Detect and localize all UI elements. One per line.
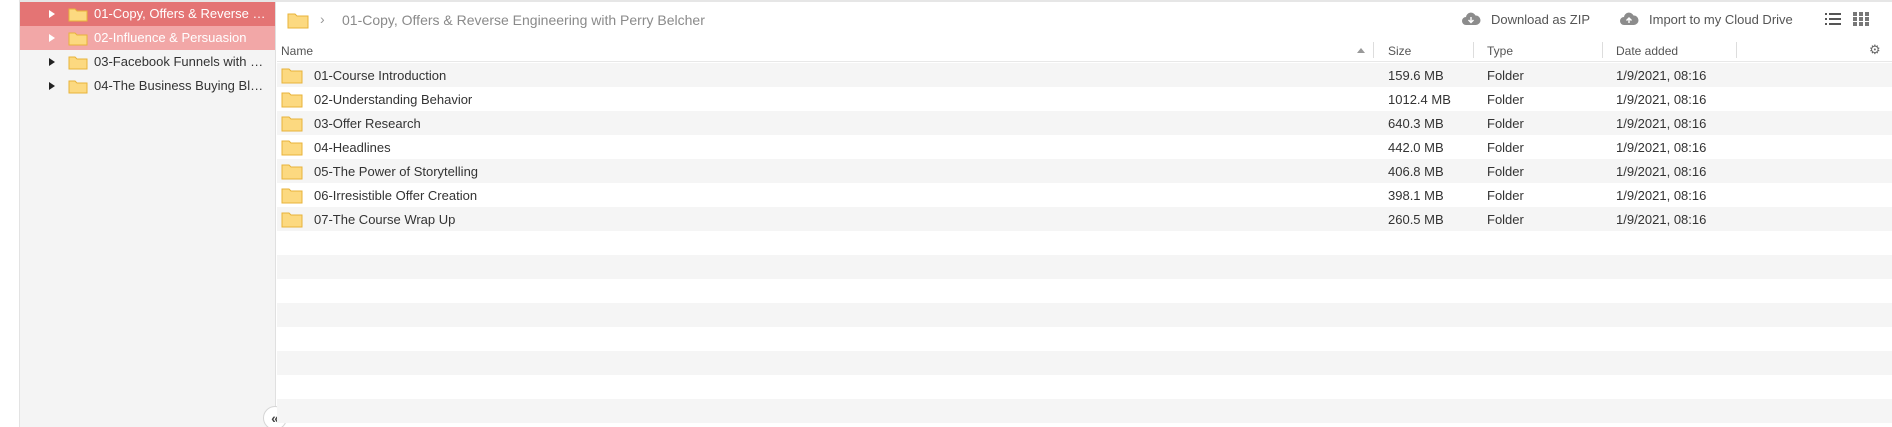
date-added: 1/9/2021, 08:16 (1616, 164, 1707, 179)
file-list: 01-Course Introduction 159.6 MB Folder 1/9/… (277, 63, 1892, 423)
column-header-size[interactable]: Size (1388, 44, 1411, 58)
tree-item-copy-offers[interactable]: 01-Copy, Offers & Reverse Engineering wi… (20, 2, 275, 26)
grid-view-icon[interactable] (1853, 12, 1869, 29)
gear-icon[interactable]: ⚙ (1869, 42, 1881, 58)
column-divider[interactable] (1736, 42, 1737, 58)
file-size: 406.8 MB (1388, 164, 1444, 179)
file-type: Folder (1487, 116, 1524, 131)
date-added: 1/9/2021, 08:16 (1616, 68, 1707, 83)
cloud-download-icon (1462, 12, 1481, 25)
file-type: Folder (1487, 92, 1524, 107)
sort-ascending-icon[interactable] (1357, 48, 1365, 53)
table-row (277, 279, 1892, 303)
tree-item-facebook-funnels[interactable]: 03-Facebook Funnels with Perry Belcher (20, 50, 275, 74)
date-added: 1/9/2021, 08:16 (1616, 212, 1707, 227)
table-row (277, 231, 1892, 255)
table-row[interactable]: 06-Irresistible Offer Creation 398.1 MB Fo… (277, 183, 1892, 207)
file-size: 260.5 MB (1388, 212, 1444, 227)
file-type: Folder (1487, 164, 1524, 179)
file-type: Folder (1487, 140, 1524, 155)
expand-arrow-icon[interactable] (49, 34, 55, 42)
root-folder-icon[interactable] (287, 11, 309, 32)
breadcrumb: › 01-Copy, Offers & Reverse Engineering … (277, 2, 1892, 38)
table-row[interactable]: 03-Offer Research 640.3 MB Folder 1/9/2021,… (277, 111, 1892, 135)
folder-icon (68, 78, 88, 97)
tree-item-label: 02-Influence & Persuasion (94, 31, 247, 45)
file-name: 07-The Course Wrap Up (314, 212, 456, 227)
file-type: Folder (1487, 212, 1524, 227)
folder-tree-sidebar: 01-Copy, Offers & Reverse Engineering wi… (20, 2, 276, 427)
date-added: 1/9/2021, 08:16 (1616, 92, 1707, 107)
file-name: 04-Headlines (314, 140, 391, 155)
file-name: 06-Irresistible Offer Creation (314, 188, 478, 203)
table-row (277, 399, 1892, 423)
file-name: 03-Offer Research (314, 116, 421, 131)
download-zip-button[interactable]: Download as ZIP (1461, 11, 1590, 27)
download-zip-label: Download as ZIP (1491, 11, 1590, 27)
file-type: Folder (1487, 188, 1524, 203)
import-cloud-drive-label: Import to my Cloud Drive (1649, 11, 1793, 27)
folder-icon (281, 138, 303, 159)
column-divider[interactable] (1373, 42, 1374, 58)
table-row[interactable]: 04-Headlines 442.0 MB Folder 1/9/2021, 08:1… (277, 135, 1892, 159)
expand-arrow-icon[interactable] (49, 58, 55, 66)
table-row (277, 303, 1892, 327)
table-row (277, 327, 1892, 351)
list-view-icon[interactable] (1825, 12, 1841, 29)
tree-item-business-buying[interactable]: 04-The Business Buying Blueprint (20, 74, 275, 98)
folder-icon (281, 66, 303, 87)
table-row[interactable]: 01-Course Introduction 159.6 MB Folder 1/9/… (277, 63, 1892, 87)
folder-icon (281, 162, 303, 183)
column-divider[interactable] (1473, 42, 1474, 58)
file-size: 442.0 MB (1388, 140, 1444, 155)
table-row[interactable]: 07-The Course Wrap Up 260.5 MB Folder 1/9/2… (277, 207, 1892, 231)
window-left-edge (0, 0, 20, 427)
import-cloud-drive-button[interactable]: Import to my Cloud Drive (1619, 11, 1793, 27)
file-name: 01-Course Introduction (314, 68, 447, 83)
column-header-type[interactable]: Type (1487, 44, 1513, 58)
table-row (277, 255, 1892, 279)
breadcrumb-separator-icon: › (320, 11, 325, 27)
date-added: 1/9/2021, 08:16 (1616, 116, 1707, 131)
column-header-date-added[interactable]: Date added (1616, 44, 1678, 58)
table-header: Name Size Type Date added ⚙ (277, 38, 1892, 62)
tree-item-label: 03-Facebook Funnels with Perry Belcher (94, 55, 266, 69)
date-added: 1/9/2021, 08:16 (1616, 140, 1707, 155)
file-size: 640.3 MB (1388, 116, 1444, 131)
folder-icon (281, 114, 303, 135)
file-list-panel: › 01-Copy, Offers & Reverse Engineering … (277, 2, 1892, 427)
cloud-upload-icon (1620, 12, 1639, 25)
column-header-name[interactable]: Name (281, 44, 313, 58)
file-size: 159.6 MB (1388, 68, 1444, 83)
file-size: 1012.4 MB (1388, 92, 1451, 107)
table-row[interactable]: 05-The Power of Storytelling 406.8 MB Fold… (277, 159, 1892, 183)
file-size: 398.1 MB (1388, 188, 1444, 203)
date-added: 1/9/2021, 08:16 (1616, 188, 1707, 203)
table-row[interactable]: 02-Understanding Behavior 1012.4 MB Folder… (277, 87, 1892, 111)
tree-item-influence[interactable]: 02-Influence & Persuasion (20, 26, 275, 50)
breadcrumb-current[interactable]: 01-Copy, Offers & Reverse Engineering wi… (342, 12, 705, 28)
folder-icon (281, 186, 303, 207)
folder-icon (281, 210, 303, 231)
folder-icon (68, 30, 88, 49)
file-type: Folder (1487, 68, 1524, 83)
tree-item-label: 04-The Business Buying Blueprint (94, 79, 266, 93)
folder-icon (281, 90, 303, 111)
expand-arrow-icon[interactable] (49, 10, 55, 18)
table-row (277, 375, 1892, 399)
expand-arrow-icon[interactable] (49, 82, 55, 90)
column-divider[interactable] (1602, 42, 1603, 58)
table-row (277, 351, 1892, 375)
folder-icon (68, 6, 88, 25)
folder-icon (68, 54, 88, 73)
file-name: 02-Understanding Behavior (314, 92, 473, 107)
file-name: 05-The Power of Storytelling (314, 164, 479, 179)
tree-item-label: 01-Copy, Offers & Reverse Engineering wi… (94, 7, 266, 21)
